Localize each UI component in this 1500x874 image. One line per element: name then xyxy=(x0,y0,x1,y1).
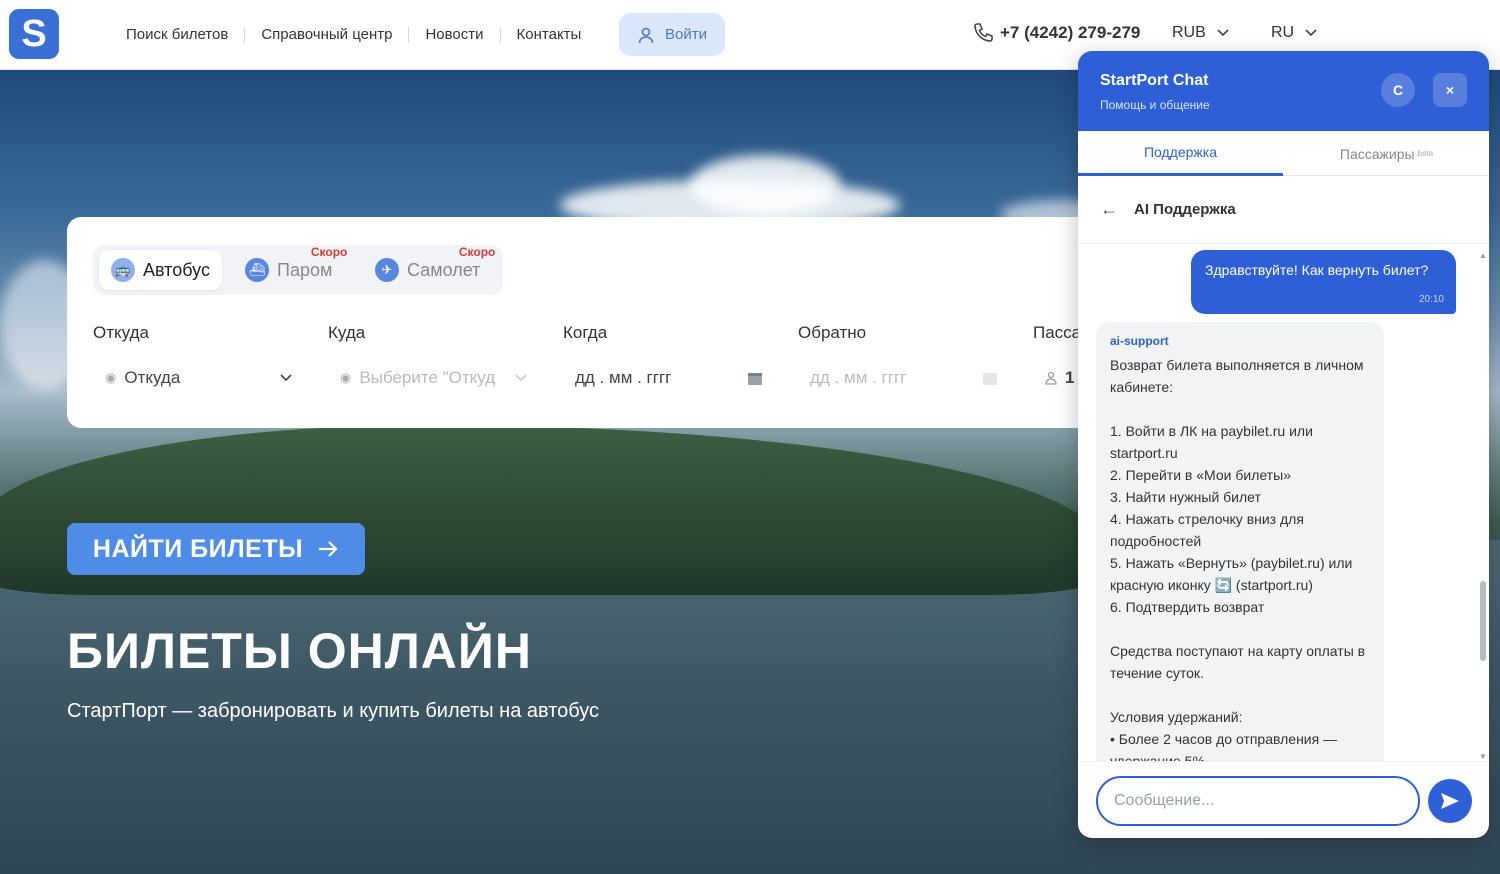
return-label: Обратно xyxy=(798,323,867,342)
login-label: Войти xyxy=(665,26,707,43)
location-pin-icon: ◉ xyxy=(105,370,117,385)
chat-composer xyxy=(1078,761,1489,838)
thread-header: ← AI Поддержка xyxy=(1078,176,1489,244)
chevron-down-icon xyxy=(515,374,527,382)
bot-steps-list: 1. Войти в ЛК на paybilet.ru или startpo… xyxy=(1110,420,1370,618)
calendar-icon[interactable] xyxy=(747,370,763,386)
bot-step: 4. Нажать стрелочку вниз для подробносте… xyxy=(1110,511,1304,549)
user-message-text: Здравствуйте! Как вернуть билет? xyxy=(1205,262,1429,278)
soon-badge: Скоро xyxy=(458,245,496,259)
return-date-placeholder: дд . мм . гггг xyxy=(810,368,907,387)
chevron-down-icon xyxy=(1305,29,1317,37)
bot-step: 1. Войти в ЛК на paybilet.ru или startpo… xyxy=(1110,423,1313,461)
arrow-right-icon xyxy=(319,541,338,557)
tab-passengers[interactable]: Пассажиры beta xyxy=(1284,131,1489,176)
chevron-down-icon xyxy=(1217,29,1229,37)
bot-message: ai-support Возврат билета выполняется в … xyxy=(1096,322,1384,761)
message-timestamp: 20:10 xyxy=(1418,294,1444,305)
chat-subtitle: Помощь и общение xyxy=(1100,98,1210,112)
return-date-input[interactable]: дд . мм . гггг xyxy=(798,357,1010,399)
nav-ticket-search[interactable]: Поиск билетов xyxy=(110,27,246,43)
location-pin-icon: ◉ xyxy=(340,370,352,385)
transport-bus-label: Автобус xyxy=(143,259,210,280)
departure-date-input[interactable]: дд . мм . гггг xyxy=(563,357,775,399)
language-select[interactable]: RU xyxy=(1271,24,1318,42)
site-logo[interactable]: S xyxy=(9,9,59,59)
bot-conditions-title: Условия удержаний: xyxy=(1110,709,1243,725)
bot-intro-text: Возврат билета выполняется в личном каби… xyxy=(1110,357,1364,395)
soon-badge: Скоро xyxy=(310,245,348,259)
hero-title: БИЛЕТЫ ОНЛАЙН xyxy=(67,623,532,679)
nav-help-center[interactable]: Справочный центр xyxy=(245,27,410,43)
tab-passengers-label: Пассажиры xyxy=(1339,145,1415,162)
transport-plane-label: Самолет xyxy=(407,259,481,280)
chat-widget: StartPort Chat Помощь и общение C × Подд… xyxy=(1078,51,1489,838)
from-label: Откуда xyxy=(93,323,149,342)
phone-number: +7 (4242) 279-279 xyxy=(1000,23,1141,42)
bot-step: 3. Найти нужный билет xyxy=(1110,489,1261,505)
send-button[interactable] xyxy=(1428,779,1472,823)
scroll-down-icon[interactable]: ▼ xyxy=(1479,752,1487,761)
from-value: Откуда xyxy=(124,368,181,387)
passengers-value: 1 xyxy=(1065,368,1075,387)
beta-badge: beta xyxy=(1417,149,1434,158)
thread-title: AI Поддержка xyxy=(1134,201,1236,218)
bot-name: ai-support xyxy=(1110,334,1169,348)
transport-ferry-tab[interactable]: ⛴ Паром Скоро xyxy=(233,245,347,290)
transport-plane-tab[interactable]: ✈ Самолет Скоро xyxy=(363,245,495,290)
main-nav: Поиск билетов Справочный центр Новости К… xyxy=(110,0,597,70)
chat-header: StartPort Chat Помощь и общение C × xyxy=(1078,51,1489,131)
scroll-thumb[interactable] xyxy=(1480,581,1486,661)
bot-funds-text: Средства поступают на карту оплаты в теч… xyxy=(1110,643,1366,681)
scroll-up-icon[interactable]: ▲ xyxy=(1479,251,1487,260)
person-icon xyxy=(1045,371,1057,385)
chat-close-button[interactable]: × xyxy=(1433,73,1467,107)
user-message: Здравствуйте! Как вернуть билет? 20:10 xyxy=(1191,250,1456,314)
currency-select[interactable]: RUB xyxy=(1172,24,1230,42)
phone-link[interactable]: +7 (4242) 279-279 xyxy=(972,22,1140,44)
chat-title: StartPort Chat xyxy=(1100,72,1209,89)
hero-subtitle: СтартПорт — забронировать и купить билет… xyxy=(67,700,600,722)
back-arrow-icon[interactable]: ← xyxy=(1100,199,1118,220)
tab-support[interactable]: Поддержка xyxy=(1078,131,1283,176)
currency-value: RUB xyxy=(1172,24,1206,41)
transport-type-switcher: 🚌 Автобус ⛴ Паром Скоро ✈ Самолет Скоро xyxy=(93,245,503,295)
transport-ferry-label: Паром xyxy=(277,259,333,280)
tab-support-label: Поддержка xyxy=(1143,144,1218,160)
to-label: Куда xyxy=(328,323,366,342)
bot-step: 2. Перейти в «Мои билеты» xyxy=(1110,467,1291,483)
message-list[interactable]: Здравствуйте! Как вернуть билет? 20:10 a… xyxy=(1078,244,1489,761)
calendar-icon[interactable] xyxy=(982,370,998,386)
language-value: RU xyxy=(1271,24,1295,41)
plane-icon: ✈ xyxy=(375,258,399,282)
message-input[interactable] xyxy=(1096,776,1420,826)
passengers-label: Пасса xyxy=(1033,323,1082,342)
search-form-card: 🚌 Автобус ⛴ Паром Скоро ✈ Самолет Скоро … xyxy=(67,217,1107,428)
nav-news[interactable]: Новости xyxy=(409,27,501,43)
bot-step: 6. Подтвердить возврат xyxy=(1110,599,1265,615)
departure-date-placeholder: дд . мм . гггг xyxy=(575,368,672,387)
find-tickets-label: НАЙТИ БИЛЕТЫ xyxy=(92,534,304,563)
from-select[interactable]: ◉ Откуда xyxy=(93,357,305,399)
bus-icon: 🚌 xyxy=(111,258,135,282)
to-placeholder: Выберите "Откуд xyxy=(359,368,496,387)
chat-scrollbar[interactable]: ▲ ▼ xyxy=(1479,251,1487,761)
phone-icon xyxy=(974,23,993,42)
transport-bus-tab[interactable]: 🚌 Автобус xyxy=(99,250,222,290)
when-label: Когда xyxy=(563,323,608,342)
bot-step: 5. Нажать «Вернуть» (paybilet.ru) или кр… xyxy=(1110,555,1353,593)
bot-conditions-item: • Более 2 часов до отправления — удержан… xyxy=(1110,731,1338,761)
to-select[interactable]: ◉ Выберите "Откуд xyxy=(328,357,540,399)
chat-tabs: Поддержка Пассажиры beta xyxy=(1078,131,1489,176)
send-icon xyxy=(1441,793,1459,809)
find-tickets-button[interactable]: НАЙТИ БИЛЕТЫ xyxy=(67,523,365,575)
login-button[interactable]: Войти xyxy=(619,13,725,56)
ferry-icon: ⛴ xyxy=(245,258,269,282)
nav-contacts[interactable]: Контакты xyxy=(501,27,598,43)
chat-avatar-button[interactable]: C xyxy=(1381,73,1415,107)
user-icon xyxy=(638,27,654,43)
chevron-down-icon xyxy=(280,374,292,382)
